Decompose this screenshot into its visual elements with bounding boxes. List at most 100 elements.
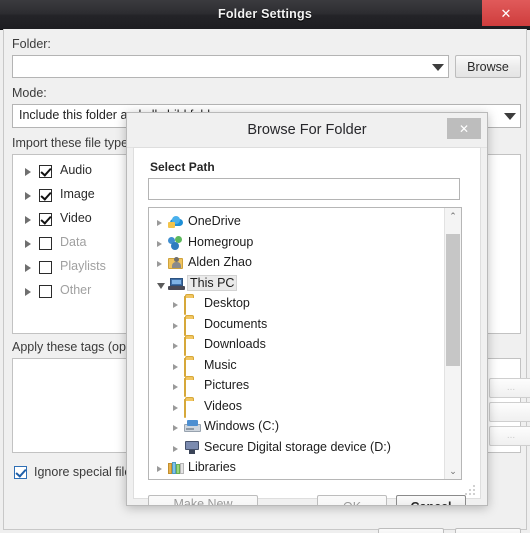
folder-tree-item[interactable]: Secure Digital storage device (D:) (149, 439, 461, 460)
folder-tree-item-label: Desktop (204, 296, 250, 310)
filetype-label: Audio (60, 163, 92, 177)
expand-arrow-icon[interactable] (25, 288, 31, 296)
cloud-icon (168, 215, 185, 230)
folder-tree-item-label: Alden Zhao (188, 255, 252, 269)
folder-icon (184, 357, 201, 377)
browse-dialog-titlebar: Browse For Folder ✕ (127, 113, 487, 148)
filetype-label: Data (60, 235, 87, 249)
expand-arrow-icon[interactable] (25, 216, 31, 224)
user-folder-icon (168, 256, 185, 271)
folder-tree-item-label: Downloads (204, 337, 266, 351)
select-path-input[interactable] (148, 178, 460, 200)
resize-grip-icon[interactable] (465, 485, 475, 495)
expand-arrow-icon[interactable] (25, 264, 31, 272)
scroll-up-icon[interactable]: ⌃ (445, 208, 461, 224)
filetype-label: Playlists (60, 259, 106, 273)
homegroup-icon (168, 235, 185, 251)
expand-arrow-icon[interactable] (157, 220, 162, 226)
expand-arrow-icon[interactable] (173, 363, 178, 370)
make-new-folder-button[interactable]: Make New Folder (148, 495, 258, 505)
folder-tree-item-label: Homegroup (188, 234, 254, 249)
tags-side-button-1[interactable]: ... (489, 378, 530, 398)
tags-side-button-3[interactable]: ... (489, 426, 530, 446)
checkbox-icon[interactable] (39, 213, 52, 226)
checkbox-icon[interactable] (39, 237, 52, 250)
folder-combobox[interactable] (12, 55, 449, 78)
browse-ok-button[interactable]: OK (317, 495, 387, 505)
folder-tree-item[interactable]: Videos (149, 398, 461, 419)
expand-arrow-icon[interactable] (173, 404, 178, 411)
browse-cancel-button[interactable]: Cancel (396, 495, 466, 505)
folder-tree-item-label: Libraries (188, 460, 236, 474)
mode-label: Mode: (12, 86, 47, 100)
expand-arrow-icon[interactable] (157, 466, 162, 472)
tags-label: Apply these tags (opt (12, 340, 130, 354)
browse-dialog-close-button[interactable]: ✕ (447, 118, 481, 139)
expand-arrow-icon[interactable] (25, 240, 31, 248)
folder-tree-item[interactable]: Documents (149, 316, 461, 337)
folder-tree-item-label: OneDrive (188, 214, 241, 228)
tags-side-button-2[interactable] (489, 402, 530, 422)
checkbox-icon[interactable] (39, 189, 52, 202)
folder-tree-item[interactable]: Windows (C:) (149, 418, 461, 439)
folder-tree-item[interactable]: Music (149, 357, 461, 378)
expand-arrow-icon[interactable] (157, 261, 162, 267)
checkbox-icon[interactable] (39, 165, 52, 178)
folder-tree-item-label: Pictures (204, 378, 250, 392)
libraries-icon (168, 461, 185, 476)
collapse-arrow-icon[interactable] (157, 282, 165, 289)
folder-tree-item[interactable]: Alden Zhao (149, 254, 461, 275)
folder-tree-item-label: Music (204, 357, 237, 372)
folder-tree-item[interactable]: Libraries (149, 459, 461, 479)
computer-icon (168, 277, 185, 292)
folder-tree-item[interactable]: Downloads (149, 336, 461, 357)
folder-icon (184, 337, 201, 356)
expand-arrow-icon[interactable] (173, 384, 178, 390)
chevron-down-icon (504, 113, 516, 120)
folder-tree-item-label: This PC (186, 274, 238, 291)
folder-tree-item[interactable]: Pictures (149, 377, 461, 398)
folder-tree-item[interactable]: This PC (149, 274, 461, 296)
expand-arrow-icon[interactable] (173, 445, 178, 452)
checkbox-icon[interactable] (39, 285, 52, 298)
select-path-label: Select Path (150, 160, 215, 174)
folder-tree-item[interactable]: OneDrive (149, 213, 461, 234)
main-cancel-button[interactable]: Cancel (455, 528, 521, 533)
filetypes-label: Import these file types (12, 136, 135, 150)
folder-icon (184, 296, 201, 315)
expand-arrow-icon[interactable] (173, 322, 178, 329)
folder-icon (184, 316, 201, 336)
filetype-label: Image (60, 187, 95, 201)
drive-icon (184, 420, 201, 435)
expand-arrow-icon[interactable] (25, 168, 31, 176)
expand-arrow-icon[interactable] (173, 425, 178, 431)
filetype-label: Video (60, 211, 92, 225)
scroll-down-icon[interactable]: ⌄ (445, 463, 461, 479)
folder-tree[interactable]: OneDrive Homegroup Alden Zhao This PC Deskto… (148, 207, 462, 480)
ignore-special-files-label: Ignore special files (34, 465, 138, 479)
window-close-button[interactable]: ✕ (482, 0, 530, 26)
folder-tree-item-label: Videos (204, 398, 242, 413)
scrollbar-thumb[interactable] (446, 234, 460, 366)
folder-tree-item-label: Windows (C:) (204, 419, 280, 433)
folder-icon (184, 378, 201, 397)
folder-label: Folder: (12, 37, 51, 51)
folder-tree-item[interactable]: Homegroup (149, 234, 461, 255)
browse-button[interactable]: Browse (455, 55, 521, 78)
expand-arrow-icon[interactable] (173, 343, 178, 349)
folder-tree-scrollbar[interactable]: ⌃ ⌄ (444, 208, 461, 479)
main-ok-button[interactable]: OK (378, 528, 444, 533)
window-title: Folder Settings (218, 7, 312, 21)
expand-arrow-icon[interactable] (173, 302, 178, 308)
folder-tree-item-label: Secure Digital storage device (D:) (204, 439, 391, 454)
checkbox-icon[interactable] (39, 261, 52, 274)
folder-tree-item-label: Documents (204, 316, 268, 331)
expand-arrow-icon[interactable] (25, 192, 31, 200)
expand-arrow-icon[interactable] (157, 240, 162, 247)
window-titlebar: Folder Settings ✕ (0, 0, 530, 30)
folder-settings-window: Folder Settings ✕ Folder: Browse Mode: I… (0, 0, 530, 533)
folder-tree-item[interactable]: Desktop (149, 295, 461, 316)
folder-icon (184, 398, 201, 418)
filetype-label: Other (60, 283, 92, 297)
sd-drive-icon (184, 440, 201, 456)
